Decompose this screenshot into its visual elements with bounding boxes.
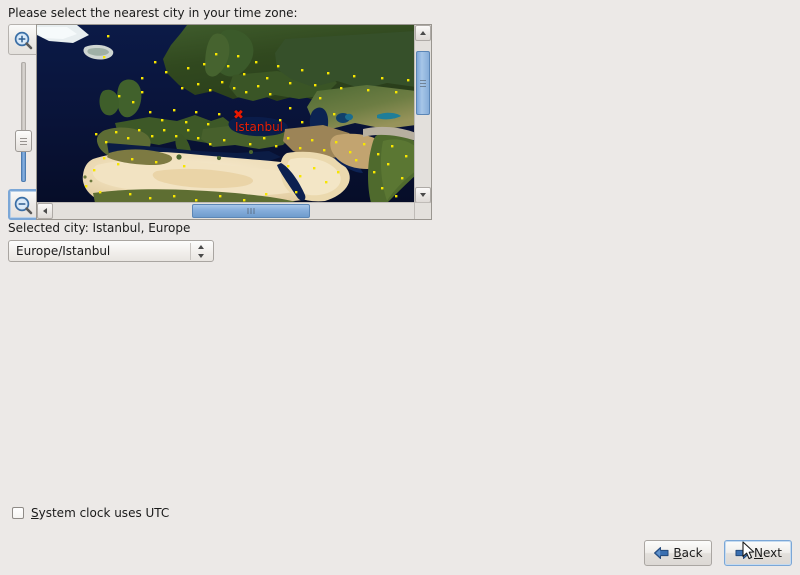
scroll-down-button[interactable] (415, 187, 431, 203)
scrollbar-corner (414, 202, 431, 219)
timezone-combobox[interactable]: Europe/Istanbul (8, 240, 214, 262)
back-label-mnemonic: B (673, 546, 682, 560)
zoom-in-button[interactable] (8, 24, 39, 55)
arrow-left-icon (653, 545, 670, 561)
utc-checkbox-label: System clock uses UTC (31, 506, 169, 520)
utc-label-mnemonic: S (31, 506, 39, 520)
next-button-label: Next (754, 546, 782, 560)
map-vertical-scrollbar[interactable] (414, 25, 431, 203)
back-label-rest: ack (681, 546, 703, 560)
combobox-separator (190, 243, 191, 260)
zoom-slider-track-upper (21, 62, 26, 140)
arrow-right-icon (734, 545, 751, 561)
zoom-out-button[interactable] (8, 189, 39, 220)
utc-checkbox-row[interactable]: System clock uses UTC (12, 505, 169, 521)
map-horizontal-scrollbar[interactable] (37, 202, 431, 219)
next-label-rest: ext (763, 546, 782, 560)
page-title: Please select the nearest city in your t… (8, 6, 298, 20)
back-button-label: Back (673, 546, 702, 560)
next-button[interactable]: Next (724, 540, 792, 566)
vertical-scroll-thumb[interactable] (416, 51, 430, 115)
magnifier-minus-icon (10, 195, 37, 217)
wizard-navigation: Back Next (644, 540, 792, 566)
chevron-up-icon (420, 31, 426, 35)
combobox-spinner-icon (197, 245, 206, 258)
chevron-left-icon (43, 208, 47, 214)
back-button[interactable]: Back (644, 540, 712, 566)
utc-label-rest: ystem clock uses UTC (38, 506, 170, 520)
world-map-image (37, 25, 416, 203)
world-map-canvas[interactable]: ✖ Istanbul (37, 25, 416, 203)
next-label-mnemonic: N (754, 546, 763, 560)
utc-checkbox[interactable] (12, 507, 24, 519)
chevron-down-icon (420, 193, 426, 197)
magnifier-plus-icon (9, 30, 38, 52)
horizontal-scroll-thumb[interactable] (192, 204, 310, 218)
scroll-left-button[interactable] (37, 203, 53, 219)
scroll-up-button[interactable] (415, 25, 431, 41)
selected-city-label: Selected city: Istanbul, Europe (8, 221, 191, 235)
scroll-thumb-grip (247, 205, 256, 219)
map-zoom-slider[interactable] (15, 62, 32, 182)
map-scroll-frame: ✖ Istanbul (36, 24, 432, 220)
timezone-combobox-value: Europe/Istanbul (16, 244, 111, 258)
zoom-slider-thumb[interactable] (15, 130, 32, 152)
timezone-map-region: ✖ Istanbul (8, 24, 432, 220)
